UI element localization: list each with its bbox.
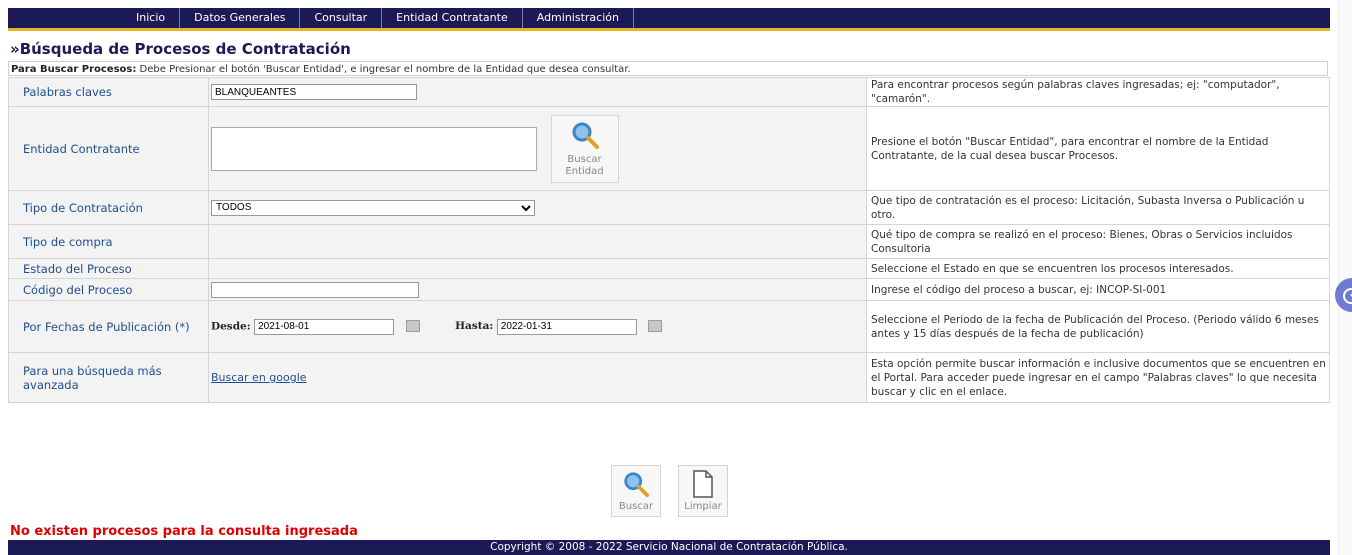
label-palabras-claves: Palabras claves xyxy=(8,77,209,107)
buscar-entidad-label-1: Buscar xyxy=(567,153,602,165)
calendar-icon-desde[interactable] xyxy=(405,320,420,332)
label-entidad-contratante: Entidad Contratante xyxy=(8,106,209,191)
page-title: »Búsqueda de Procesos de Contratación xyxy=(10,40,351,58)
help-busqueda-avanzada: Esta opción permite buscar información e… xyxy=(866,352,1330,403)
row-fechas-publicacion: Por Fechas de Publicación (*) Desde: Has… xyxy=(8,300,1330,353)
control-palabras-claves xyxy=(208,77,867,107)
nav-item-entidad-contratante[interactable]: Entidad Contratante xyxy=(382,8,523,28)
label-estado-proceso: Estado del Proceso xyxy=(8,258,209,279)
row-tipo-contratacion: Tipo de Contratación TODOS Que tipo de c… xyxy=(8,190,1330,225)
instruction-bold: Para Buscar Procesos: xyxy=(11,64,137,75)
control-codigo-proceso xyxy=(208,278,867,301)
hasta-label: Hasta: xyxy=(455,320,494,332)
label-tipo-compra: Tipo de compra xyxy=(8,224,209,259)
help-tipo-contratacion: Que tipo de contratación es el proceso: … xyxy=(866,190,1330,225)
control-entidad-contratante: Buscar Entidad xyxy=(208,106,867,191)
label-tipo-contratacion: Tipo de Contratación xyxy=(8,190,209,225)
codigo-proceso-input[interactable] xyxy=(211,281,419,298)
search-instructions: Para Buscar Procesos: Debe Presionar el … xyxy=(8,61,1328,76)
nav-item-inicio[interactable]: Inicio xyxy=(122,8,181,28)
search-form: Palabras claves Para encontrar procesos … xyxy=(8,77,1330,403)
row-estado-proceso: Estado del Proceso Seleccione el Estado … xyxy=(8,258,1330,279)
help-entidad-contratante: Presione el botón "Buscar Entidad", para… xyxy=(866,106,1330,191)
control-tipo-contratacion: TODOS xyxy=(208,190,867,225)
magnifier-icon xyxy=(572,122,599,149)
help-estado-proceso: Seleccione el Estado en que se encuentre… xyxy=(866,258,1330,279)
help-codigo-proceso: Ingrese el código del proceso a buscar, … xyxy=(866,278,1330,301)
instruction-text: Debe Presionar el botón 'Buscar Entidad'… xyxy=(136,64,631,75)
footer: Copyright © 2008 - 2022 Servicio Naciona… xyxy=(8,540,1330,555)
magnifier-icon xyxy=(624,472,650,498)
label-codigo-proceso: Código del Proceso xyxy=(8,278,209,301)
row-codigo-proceso: Código del Proceso Ingrese el código del… xyxy=(8,278,1330,301)
calendar-icon-hasta[interactable] xyxy=(648,320,663,332)
google-search-link[interactable]: Buscar en google xyxy=(211,371,307,384)
nav-item-datos-generales[interactable]: Datos Generales xyxy=(180,8,301,28)
no-results-message: No existen procesos para la consulta ing… xyxy=(10,524,358,539)
accessibility-widget[interactable] xyxy=(1335,278,1352,312)
control-fechas-publicacion: Desde: Hasta: xyxy=(208,300,867,353)
help-tipo-compra: Qué tipo de compra se realizó en el proc… xyxy=(866,224,1330,259)
tipo-contratacion-select[interactable]: TODOS xyxy=(211,199,535,216)
label-busqueda-avanzada: Para una búsqueda más avanzada xyxy=(8,352,209,403)
entity-textarea[interactable] xyxy=(211,126,537,171)
control-busqueda-avanzada: Buscar en google xyxy=(208,352,867,403)
page-wrapper: Inicio Datos Generales Consultar Entidad… xyxy=(8,0,1330,555)
stopwatch-icon xyxy=(1343,288,1352,304)
label-fechas-publicacion: Por Fechas de Publicación (*) xyxy=(8,300,209,353)
row-busqueda-avanzada: Para una búsqueda más avanzada Buscar en… xyxy=(8,352,1330,403)
nav-item-administracion[interactable]: Administración xyxy=(523,8,634,28)
row-entidad-contratante: Entidad Contratante Buscar Entidad Presi… xyxy=(8,106,1330,191)
hasta-input[interactable] xyxy=(496,318,637,335)
top-navigation: Inicio Datos Generales Consultar Entidad… xyxy=(8,8,1330,31)
help-palabras-claves: Para encontrar procesos según palabras c… xyxy=(866,77,1330,107)
desde-label: Desde: xyxy=(211,320,251,332)
keywords-input[interactable] xyxy=(211,84,417,100)
row-tipo-compra: Tipo de compra Qué tipo de compra se rea… xyxy=(8,224,1330,259)
blank-page-icon xyxy=(693,470,713,498)
limpiar-button[interactable]: Limpiar xyxy=(678,465,728,517)
help-fechas-publicacion: Seleccione el Periodo de la fecha de Pub… xyxy=(866,300,1330,353)
control-tipo-compra xyxy=(208,224,867,259)
nav-items: Inicio Datos Generales Consultar Entidad… xyxy=(122,8,634,28)
row-palabras-claves: Palabras claves Para encontrar procesos … xyxy=(8,77,1330,107)
desde-input[interactable] xyxy=(254,318,395,335)
buscar-entidad-button[interactable]: Buscar Entidad xyxy=(550,114,619,183)
limpiar-button-label: Limpiar xyxy=(684,501,722,512)
control-estado-proceso xyxy=(208,258,867,279)
buscar-button[interactable]: Buscar xyxy=(611,465,661,517)
nav-item-consultar[interactable]: Consultar xyxy=(300,8,383,28)
buscar-entidad-label-2: Entidad xyxy=(565,165,604,177)
buscar-button-label: Buscar xyxy=(618,501,654,512)
